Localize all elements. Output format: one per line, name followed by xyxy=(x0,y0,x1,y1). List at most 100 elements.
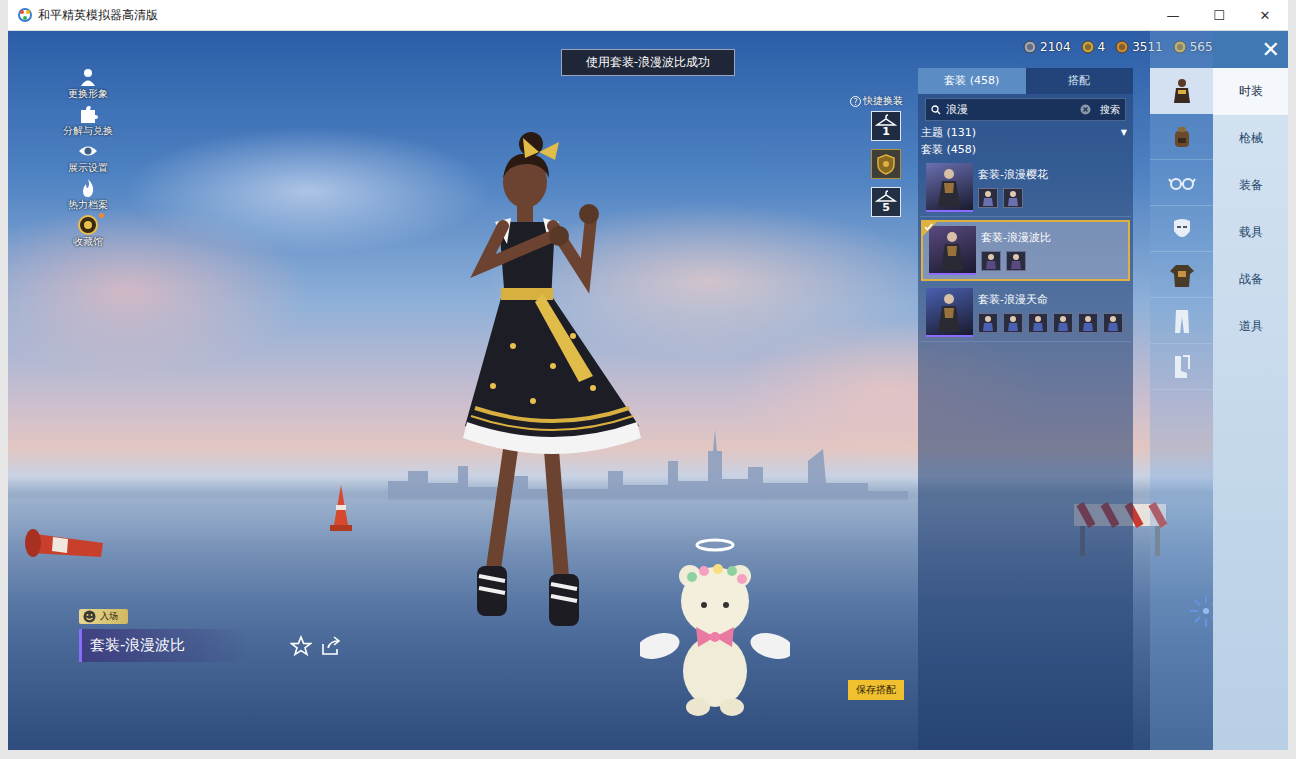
share-icon[interactable] xyxy=(320,635,342,657)
outfit-part[interactable] xyxy=(978,313,998,333)
side-icon-holder xyxy=(78,141,98,161)
currency-item[interactable]: 2104 xyxy=(1023,40,1071,54)
outfit-name: 套装-浪漫樱花 xyxy=(978,167,1048,182)
side-menu-item[interactable]: 分解与兑换 xyxy=(63,104,113,140)
nav-item[interactable]: 时装 xyxy=(1213,68,1288,115)
nav-item[interactable]: 枪械 xyxy=(1213,115,1288,162)
star-icon[interactable] xyxy=(290,635,312,657)
quick-change-slot[interactable]: 5 xyxy=(871,187,901,217)
category-item[interactable] xyxy=(1150,344,1213,390)
nav-item[interactable]: 道具 xyxy=(1213,303,1288,350)
outfit-part[interactable] xyxy=(981,251,1001,271)
outfit-item[interactable]: 套装-浪漫樱花 xyxy=(920,159,1131,217)
outfit-title-row: 套装-浪漫波比 xyxy=(79,629,342,662)
coin-icon xyxy=(1023,40,1037,54)
outfit-part[interactable] xyxy=(1003,188,1023,208)
currency-value: 2104 xyxy=(1040,40,1071,54)
clear-icon[interactable] xyxy=(1080,104,1091,115)
traffic-cone-icon xyxy=(23,513,113,563)
title-bar: 和平精英模拟器高清版—☐✕ xyxy=(8,0,1288,31)
outfit-parts xyxy=(978,313,1123,333)
main-nav: ✕ 时装枪械装备载具战备道具 xyxy=(1213,31,1288,750)
outfit-figure-icon xyxy=(926,163,973,210)
outfit-part[interactable] xyxy=(1028,313,1048,333)
currency-value: 4 xyxy=(1098,40,1106,54)
side-menu: 更换形象分解与兑换展示设置热力档案收藏馆 xyxy=(63,67,113,251)
side-menu-label: 收藏馆 xyxy=(73,235,103,249)
part-icon xyxy=(1079,314,1097,332)
category-column xyxy=(1150,31,1213,750)
panel-tab[interactable]: 搭配 xyxy=(1026,68,1134,94)
outfit-item[interactable]: 套装-浪漫天命 xyxy=(920,284,1131,342)
nav-header: ✕ xyxy=(1213,31,1288,68)
part-icon xyxy=(1004,314,1022,332)
window-controls: —☐✕ xyxy=(1150,0,1288,30)
desktop: 和平精英模拟器高清版—☐✕使用套装-浪漫波比成功更换形象分解与兑换展示设置热力档… xyxy=(0,0,1296,759)
side-menu-item[interactable]: 热力档案 xyxy=(68,178,108,214)
player-character[interactable] xyxy=(403,126,663,646)
nav-item[interactable]: 装备 xyxy=(1213,162,1288,209)
flame-icon xyxy=(78,178,98,198)
window-control-button[interactable]: — xyxy=(1150,0,1196,30)
angel-bear-pet[interactable] xyxy=(640,531,790,721)
outfit-part[interactable] xyxy=(1006,251,1026,271)
category-item[interactable] xyxy=(1150,252,1213,298)
outfit-thumbnail xyxy=(926,163,973,212)
outfit-figure-icon xyxy=(929,226,976,273)
side-menu-item[interactable]: 收藏馆 xyxy=(73,215,103,251)
entrance-label: 入场 xyxy=(100,610,118,623)
entrance-badge[interactable]: 入场 xyxy=(79,609,128,624)
coin-icon xyxy=(1081,40,1095,54)
side-menu-item[interactable]: 更换形象 xyxy=(68,67,108,103)
side-icon-holder xyxy=(78,67,98,87)
section-label: 套装 (458) xyxy=(918,140,1133,159)
outfit-info-column: 套装-浪漫波比 xyxy=(981,230,1051,271)
wardrobe-panel: 套装 (458)搭配浪漫搜索主题 (131)▼套装 (458)套装-浪漫樱花套装… xyxy=(918,31,1288,750)
category-item[interactable] xyxy=(1150,114,1213,160)
outfit-part[interactable] xyxy=(978,188,998,208)
game-viewport: 使用套装-浪漫波比成功更换形象分解与兑换展示设置热力档案收藏馆210443511… xyxy=(8,31,1288,750)
outfit-name: 套装-浪漫波比 xyxy=(981,230,1051,245)
side-menu-label: 展示设置 xyxy=(68,161,108,175)
medal-icon xyxy=(78,215,98,235)
outfit-part[interactable] xyxy=(1003,313,1023,333)
nav-item[interactable]: 载具 xyxy=(1213,209,1288,256)
currency-item[interactable]: 4 xyxy=(1081,40,1106,54)
side-menu-item[interactable]: 展示设置 xyxy=(68,141,108,177)
slot-number: 1 xyxy=(882,126,890,138)
outfit-part[interactable] xyxy=(1053,313,1073,333)
window-control-button[interactable]: ☐ xyxy=(1196,0,1242,30)
outfit-list: 套装-浪漫樱花套装-浪漫波比套装-浪漫天命 xyxy=(918,159,1133,342)
magnifier-icon xyxy=(931,105,941,115)
category-item[interactable] xyxy=(1150,298,1213,344)
quick-change-text: 快捷换装 xyxy=(863,94,903,108)
part-icon xyxy=(1104,314,1122,332)
part-icon xyxy=(982,252,1000,270)
category-item[interactable] xyxy=(1150,160,1213,206)
traffic-cone-icon xyxy=(328,483,354,533)
top-icon xyxy=(1168,261,1196,289)
theme-filter[interactable]: 主题 (131)▼ xyxy=(918,121,1133,140)
notification-dot xyxy=(99,213,104,218)
figure-icon xyxy=(78,67,98,87)
save-outfit-button[interactable]: 保存搭配 xyxy=(848,680,904,700)
quick-change-slot[interactable] xyxy=(871,149,901,179)
panel-tab[interactable]: 套装 (458) xyxy=(918,68,1026,94)
side-icon-holder xyxy=(78,178,98,198)
part-icon xyxy=(1007,252,1025,270)
window-control-button[interactable]: ✕ xyxy=(1242,0,1288,30)
search-button[interactable]: 搜索 xyxy=(1096,103,1120,117)
category-item[interactable] xyxy=(1150,68,1213,114)
nav-item[interactable]: 战备 xyxy=(1213,256,1288,303)
outfit-list-panel: 套装 (458)搭配浪漫搜索主题 (131)▼套装 (458)套装-浪漫樱花套装… xyxy=(918,68,1133,750)
outfit-item[interactable]: 套装-浪漫波比 xyxy=(921,220,1130,281)
close-button[interactable]: ✕ xyxy=(1262,39,1288,61)
category-item[interactable] xyxy=(1150,206,1213,252)
search-field[interactable]: 浪漫搜索 xyxy=(925,98,1126,121)
help-button[interactable]: ? xyxy=(850,96,861,107)
quick-change-slot[interactable]: 1 xyxy=(871,111,901,141)
emblem-icon xyxy=(875,153,897,175)
outfit-part[interactable] xyxy=(1103,313,1123,333)
outfit-part[interactable] xyxy=(1078,313,1098,333)
pants-icon xyxy=(1168,307,1196,335)
